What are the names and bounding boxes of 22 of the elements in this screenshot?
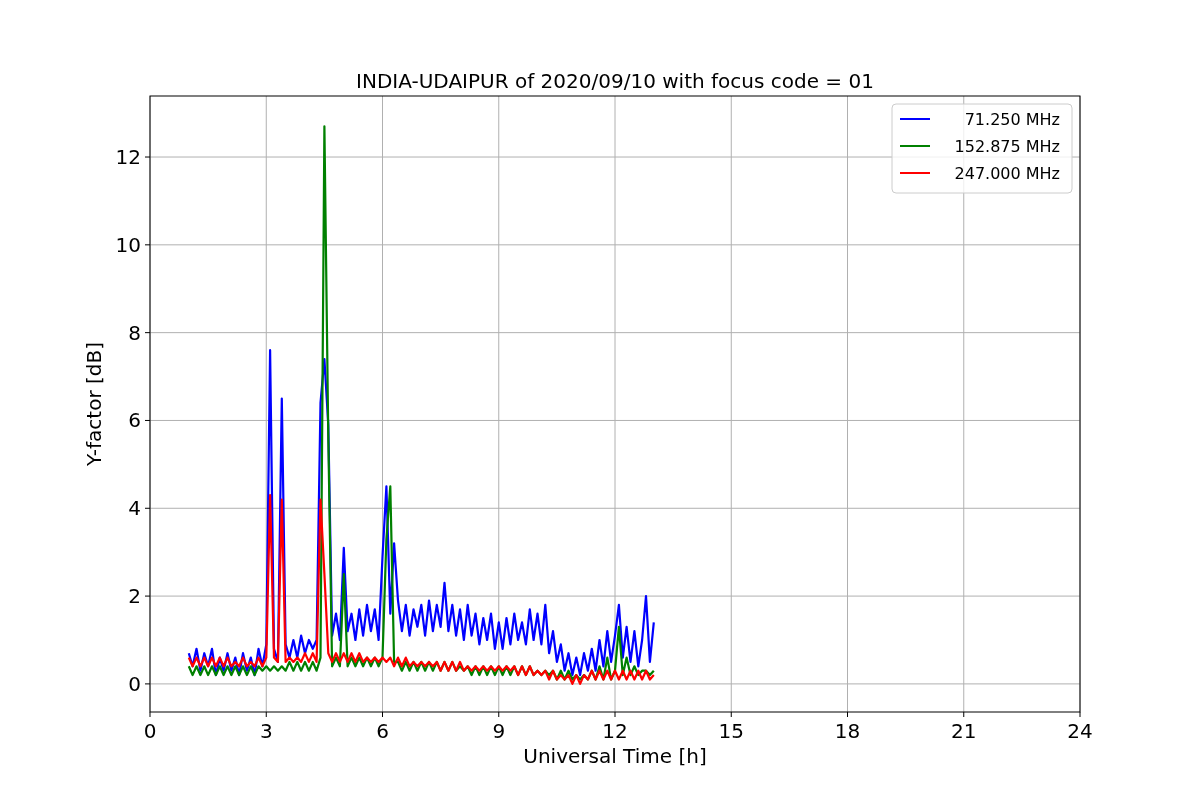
legend-label: 247.000 MHz bbox=[954, 164, 1060, 183]
x-tick-label: 12 bbox=[602, 719, 628, 743]
y-tick-label: 2 bbox=[128, 584, 141, 609]
x-tick-label: 15 bbox=[718, 719, 744, 743]
x-axis-label: Universal Time [h] bbox=[523, 744, 707, 768]
y-tick-label: 10 bbox=[115, 232, 141, 257]
x-tick-label: 3 bbox=[259, 719, 273, 743]
y-tick-label: 8 bbox=[128, 320, 141, 345]
y-tick-label: 6 bbox=[128, 408, 141, 433]
x-tick-label: 6 bbox=[376, 719, 389, 743]
y-axis-label: Y-factor [dB] bbox=[82, 342, 106, 466]
legend-label: 152.875 MHz bbox=[954, 137, 1060, 156]
x-tick-label: 18 bbox=[834, 719, 861, 743]
x-tick-label: 21 bbox=[951, 719, 977, 743]
y-tick-label: 0 bbox=[128, 671, 141, 696]
y-tick-label: 4 bbox=[128, 496, 141, 521]
y-tick-label: 12 bbox=[115, 145, 141, 170]
x-tick-label: 0 bbox=[143, 719, 157, 743]
chart-title: INDIA-UDAIPUR of 2020/09/10 with focus code = 01 bbox=[356, 69, 874, 93]
x-tick-label: 9 bbox=[492, 719, 506, 743]
legend-label: 71.250 MHz bbox=[964, 110, 1060, 129]
x-tick-label: 24 bbox=[1067, 719, 1093, 743]
